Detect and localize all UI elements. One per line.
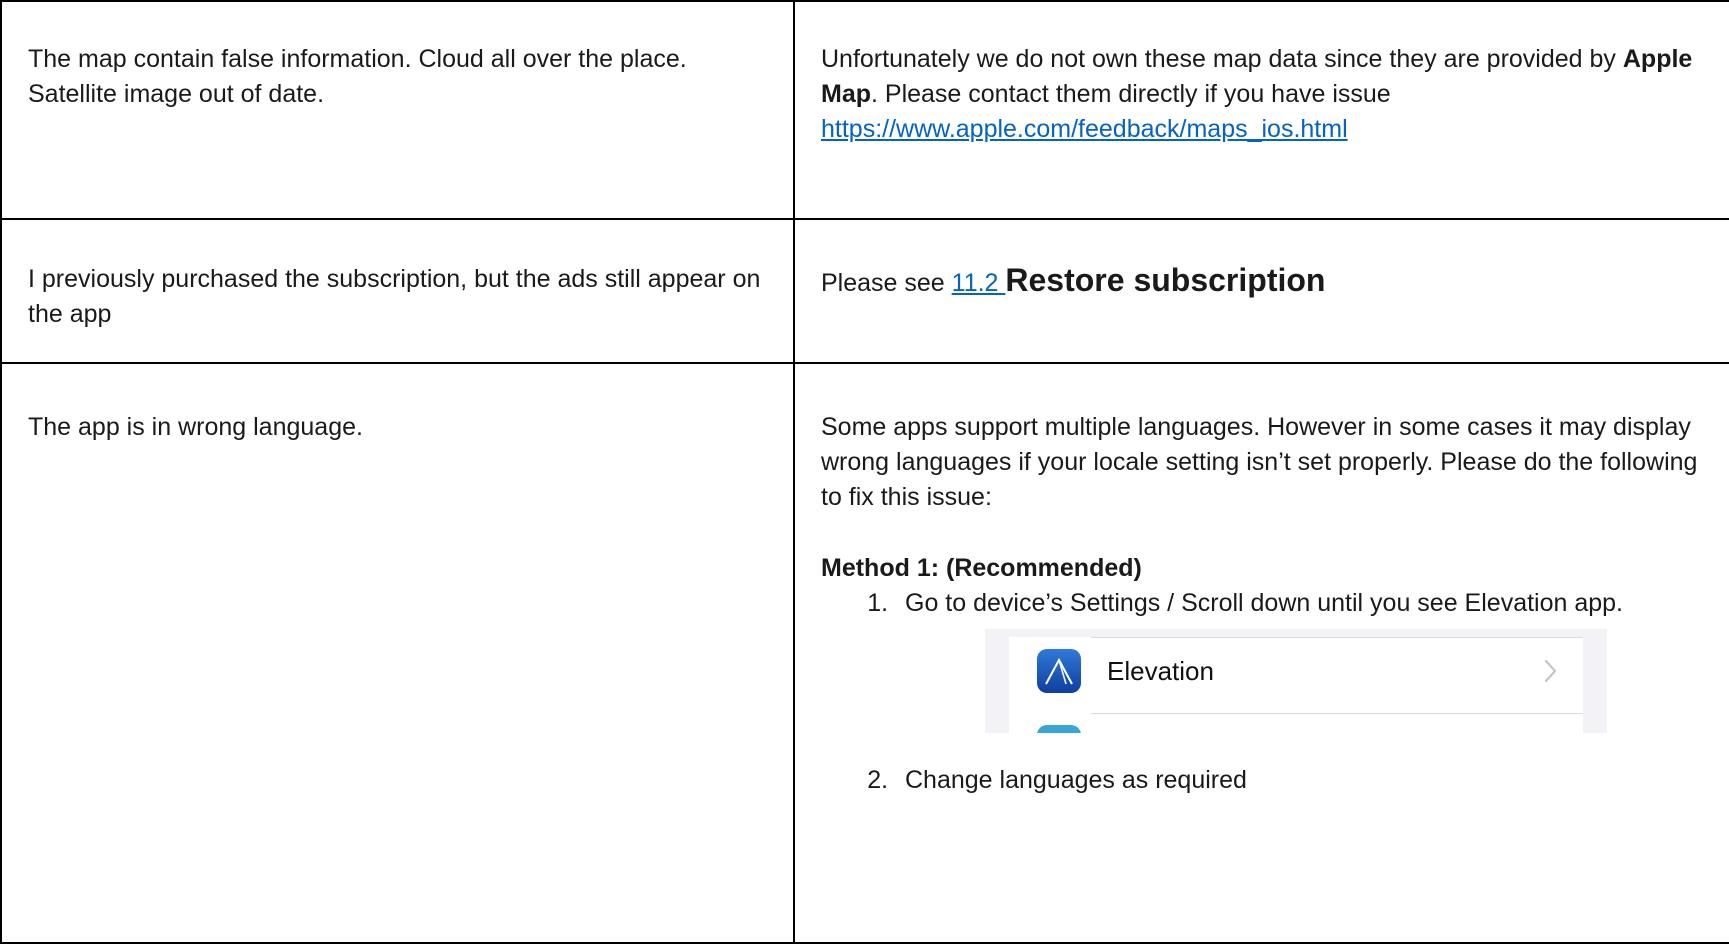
method-heading: Method 1: (Recommended)	[821, 554, 1142, 582]
divider	[1091, 637, 1583, 638]
answer-text: Some apps support multiple languages. Ho…	[795, 364, 1729, 798]
question-cell: The map contain false information. Cloud…	[0, 0, 795, 220]
section-number-link[interactable]: 11.2	[952, 269, 1006, 297]
answer-rest: . Please contact them directly if you ha…	[871, 80, 1391, 108]
settings-app-name: Elevation	[1107, 656, 1214, 686]
divider	[1091, 713, 1583, 714]
question-cell: The app is in wrong language.	[0, 362, 795, 944]
answer-cell: Please see 11.2 Restore subscription	[793, 218, 1729, 364]
apple-feedback-link[interactable]: https://www.apple.com/feedback/maps_ios.…	[821, 115, 1348, 143]
question-text: The app is in wrong language.	[28, 413, 363, 441]
step-text: Change languages as required	[905, 766, 1247, 794]
elevation-app-icon	[1037, 649, 1081, 693]
question-cell: I previously purchased the subscription,…	[0, 218, 795, 364]
settings-screenshot: Elevation	[985, 629, 1607, 733]
answer-intro: Unfortunately we do not own these map da…	[821, 45, 1623, 73]
next-app-icon	[1037, 725, 1081, 733]
section-title-link[interactable]: Restore subscription	[1005, 262, 1325, 298]
question-text: I previously purchased the subscription,…	[28, 265, 761, 328]
list-item: Change languages as required	[895, 763, 1705, 798]
table-row: The app is in wrong language. Some apps …	[0, 362, 1729, 944]
table-row: The map contain false information. Cloud…	[0, 0, 1729, 220]
list-item: Go to device’s Settings / Scroll down un…	[895, 586, 1705, 733]
settings-row-background	[1009, 637, 1583, 733]
chevron-right-icon	[1544, 659, 1557, 683]
table-row: I previously purchased the subscription,…	[0, 218, 1729, 364]
answer-cell: Some apps support multiple languages. Ho…	[793, 362, 1729, 944]
answer-cell: Unfortunately we do not own these map da…	[793, 0, 1729, 220]
answer-intro: Some apps support multiple languages. Ho…	[821, 413, 1698, 511]
steps-list: Go to device’s Settings / Scroll down un…	[821, 586, 1705, 798]
step-text: Go to device’s Settings / Scroll down un…	[905, 589, 1624, 617]
answer-text: Please see 11.2 Restore subscription	[795, 220, 1729, 301]
question-text: The map contain false information. Cloud…	[28, 45, 687, 108]
answer-prefix: Please see	[821, 269, 952, 297]
faq-table: The map contain false information. Cloud…	[0, 0, 1729, 944]
answer-text: Unfortunately we do not own these map da…	[795, 2, 1729, 147]
